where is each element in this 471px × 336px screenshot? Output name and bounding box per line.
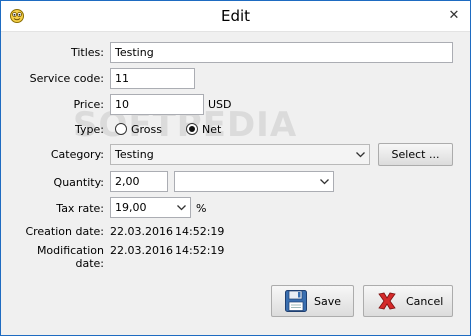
net-radio[interactable] bbox=[186, 123, 198, 135]
window-title: Edit bbox=[220, 7, 251, 25]
price-label: Price: bbox=[73, 98, 104, 111]
chevron-down-icon bbox=[355, 145, 365, 164]
cancel-button[interactable]: Cancel bbox=[363, 285, 453, 317]
tax-rate-label: Tax rate: bbox=[56, 202, 104, 215]
titles-label: Titles: bbox=[70, 46, 104, 59]
gross-radio-label[interactable]: Gross bbox=[131, 123, 162, 136]
price-unit: USD bbox=[208, 98, 232, 111]
modification-date-value: 22.03.2016 bbox=[110, 244, 173, 257]
save-button-label: Save bbox=[314, 294, 342, 308]
quantity-input[interactable]: 2,00 bbox=[110, 171, 168, 192]
category-combobox[interactable]: Testing bbox=[110, 144, 370, 165]
modification-date-label: Modification date: bbox=[36, 244, 104, 270]
net-radio-label[interactable]: Net bbox=[202, 123, 221, 136]
creation-date-label: Creation date: bbox=[25, 225, 104, 238]
tax-rate-unit: % bbox=[196, 202, 207, 215]
creation-date-value: 22.03.2016 bbox=[110, 225, 173, 238]
chevron-down-icon bbox=[176, 198, 186, 217]
cancel-button-label: Cancel bbox=[406, 294, 444, 308]
close-icon: ✕ bbox=[448, 7, 460, 23]
quantity-unit-combobox[interactable] bbox=[174, 171, 334, 192]
titles-input[interactable]: Testing bbox=[110, 42, 453, 63]
tax-rate-value: 19,00 bbox=[115, 201, 147, 214]
save-button[interactable]: Save bbox=[271, 285, 354, 317]
close-button[interactable]: ✕ bbox=[444, 6, 464, 24]
select-category-button[interactable]: Select ... bbox=[378, 143, 453, 166]
floppy-disk-icon bbox=[285, 290, 307, 312]
red-x-icon bbox=[378, 292, 396, 310]
category-label: Category: bbox=[50, 148, 104, 161]
creation-time-value: 14:52:19 bbox=[175, 225, 225, 238]
category-value: Testing bbox=[115, 148, 154, 161]
title-bar: Edit ✕ bbox=[1, 1, 470, 32]
tax-rate-combobox[interactable]: 19,00 bbox=[110, 197, 191, 218]
price-input[interactable]: 10 bbox=[110, 94, 204, 115]
service-code-label: Service code: bbox=[29, 72, 104, 85]
modification-time-value: 14:52:19 bbox=[175, 244, 225, 257]
type-label: Type: bbox=[75, 123, 104, 136]
gross-radio[interactable] bbox=[115, 123, 127, 135]
chevron-down-icon bbox=[319, 172, 329, 191]
service-code-input[interactable]: 11 bbox=[110, 68, 195, 89]
quantity-label: Quantity: bbox=[53, 176, 104, 189]
edit-window: Edit ✕ SOFTPEDIA Titles: Testing Service… bbox=[0, 0, 471, 336]
